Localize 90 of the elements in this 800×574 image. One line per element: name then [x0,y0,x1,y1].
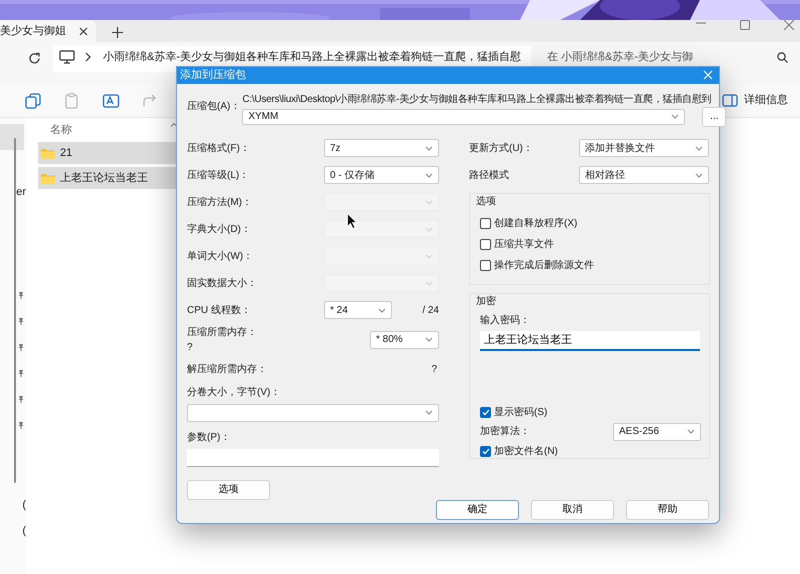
pin-icon [18,343,24,351]
archive-name-dropdown[interactable]: XYMM [242,108,686,124]
pin-icon [18,369,24,377]
plus-icon[interactable] [112,27,123,38]
dropdown[interactable]: 相对路径 [579,166,709,184]
details-pane-icon[interactable] [722,94,738,107]
checkbox[interactable] [480,446,491,456]
chevron-down-icon [425,200,433,204]
field-label: CPU 线程数： [187,304,252,318]
checkbox-label[interactable]: 创建自释放程序(X) [494,216,578,230]
chevron-down-icon [425,280,433,286]
nav-item[interactable]: ) [0,492,26,518]
field-label: 路径模式 [469,168,510,182]
field-label: 输入密码： [480,314,531,328]
field-label: 固实数据大小： [187,276,258,290]
chevron-down-icon [687,429,695,434]
memory-value: ? [431,362,437,376]
dialog-button[interactable]: 帮助 [626,500,709,520]
pin-icon [18,421,24,429]
nav-item[interactable]: ) [0,518,26,544]
field-label: 加密算法： [480,424,530,439]
checkbox-label[interactable]: 操作完成后删除源文件 [494,258,594,272]
nav-item[interactable] [0,124,24,150]
chevron-down-icon [425,226,433,232]
checkbox[interactable] [480,238,491,250]
dropdown[interactable]: 添加并替换文件 [579,139,709,157]
dropdown[interactable]: * 24 [324,301,392,319]
pin-icon [18,395,24,403]
dialog-button[interactable]: 确定 [436,500,519,520]
password-field[interactable]: 上老王论坛当老王 [480,330,700,350]
field-label: 压缩方法(M)： [187,196,253,210]
minimize-icon[interactable] [696,20,706,25]
parameters-field[interactable] [187,448,439,466]
options-button[interactable]: 选项 [187,480,270,500]
field-label: 压缩格式(F)： [187,142,251,156]
chevron-down-icon [425,410,433,415]
details-button[interactable]: 详细信息 [744,92,788,109]
field-label: 解压缩所需内存： [187,362,267,376]
maximize-icon[interactable] [740,20,750,30]
chevron-right-icon[interactable] [85,52,91,62]
folder-icon [41,172,55,184]
chevron-down-icon [695,146,703,150]
field-label: 压缩等级(L)： [187,168,250,182]
nav-item[interactable]: er [0,179,26,205]
group-title: 加密 [476,294,497,308]
search-icon [777,52,788,62]
field-label: 压缩包(A)： [187,100,240,114]
computer-icon[interactable] [59,50,75,64]
checkbox[interactable] [480,260,491,270]
field-label: 单词大小(W)： [187,250,254,264]
chevron-down-icon [671,114,680,119]
memory-value: ? [187,340,194,354]
checkbox-label[interactable]: 加密文件名(N) [494,444,558,458]
dropdown[interactable]: 0 - 仅存储 [324,166,439,184]
dropdown[interactable]: * 80% [370,330,439,348]
dropdown[interactable]: AES-256 [613,422,701,440]
checkbox-label[interactable]: 显示密码(S) [494,404,548,420]
field-label: 分卷大小，字节(V)： [187,386,282,400]
close-icon[interactable] [79,26,88,36]
group-title: 选项 [476,194,497,208]
chevron-down-icon [378,308,386,312]
archive-path: C:\Users\liuxi\Desktop\小雨绵绵苏幸-美少女与御姐各种车库和马路上全裸露出被牵着狗链一直爬，猛插自慰到 [242,94,712,106]
checkbox[interactable] [480,218,491,228]
pin-icon [18,291,24,299]
chevron-down-icon [695,172,703,178]
chevron-down-icon [425,146,433,150]
cursor-icon [347,213,358,229]
browser-tab[interactable]: 美少女与御姐 [0,20,96,42]
dialog-title: 添加到压缩包 [180,68,246,83]
folder-icon [41,148,55,158]
pin-icon [18,317,24,325]
rename-icon[interactable] [102,92,120,110]
chevron-down-icon [425,172,433,178]
field-label: 更新方式(U)： [469,142,534,156]
browse-button[interactable]: ... [702,106,726,126]
field-label: 压缩所需内存： [187,326,258,340]
chevron-down-icon [425,254,433,258]
checkbox[interactable] [480,406,491,418]
copy-icon[interactable] [24,92,42,110]
file-row[interactable]: 21 [38,142,178,164]
field-label: 字典大小(D)： [187,222,252,236]
field-label: 参数(P)： [187,430,232,444]
thread-max: / 24 [422,304,439,318]
refresh-icon[interactable] [28,52,41,65]
dropdown[interactable]: 7z [324,139,439,157]
checkbox-label[interactable]: 压缩共享文件 [494,236,554,252]
file-row[interactable]: 上老王论坛当老王 [38,167,178,189]
chevron-down-icon [425,337,433,342]
column-header[interactable]: 名称 [50,122,72,138]
dialog-button[interactable]: 取消 [531,500,614,520]
